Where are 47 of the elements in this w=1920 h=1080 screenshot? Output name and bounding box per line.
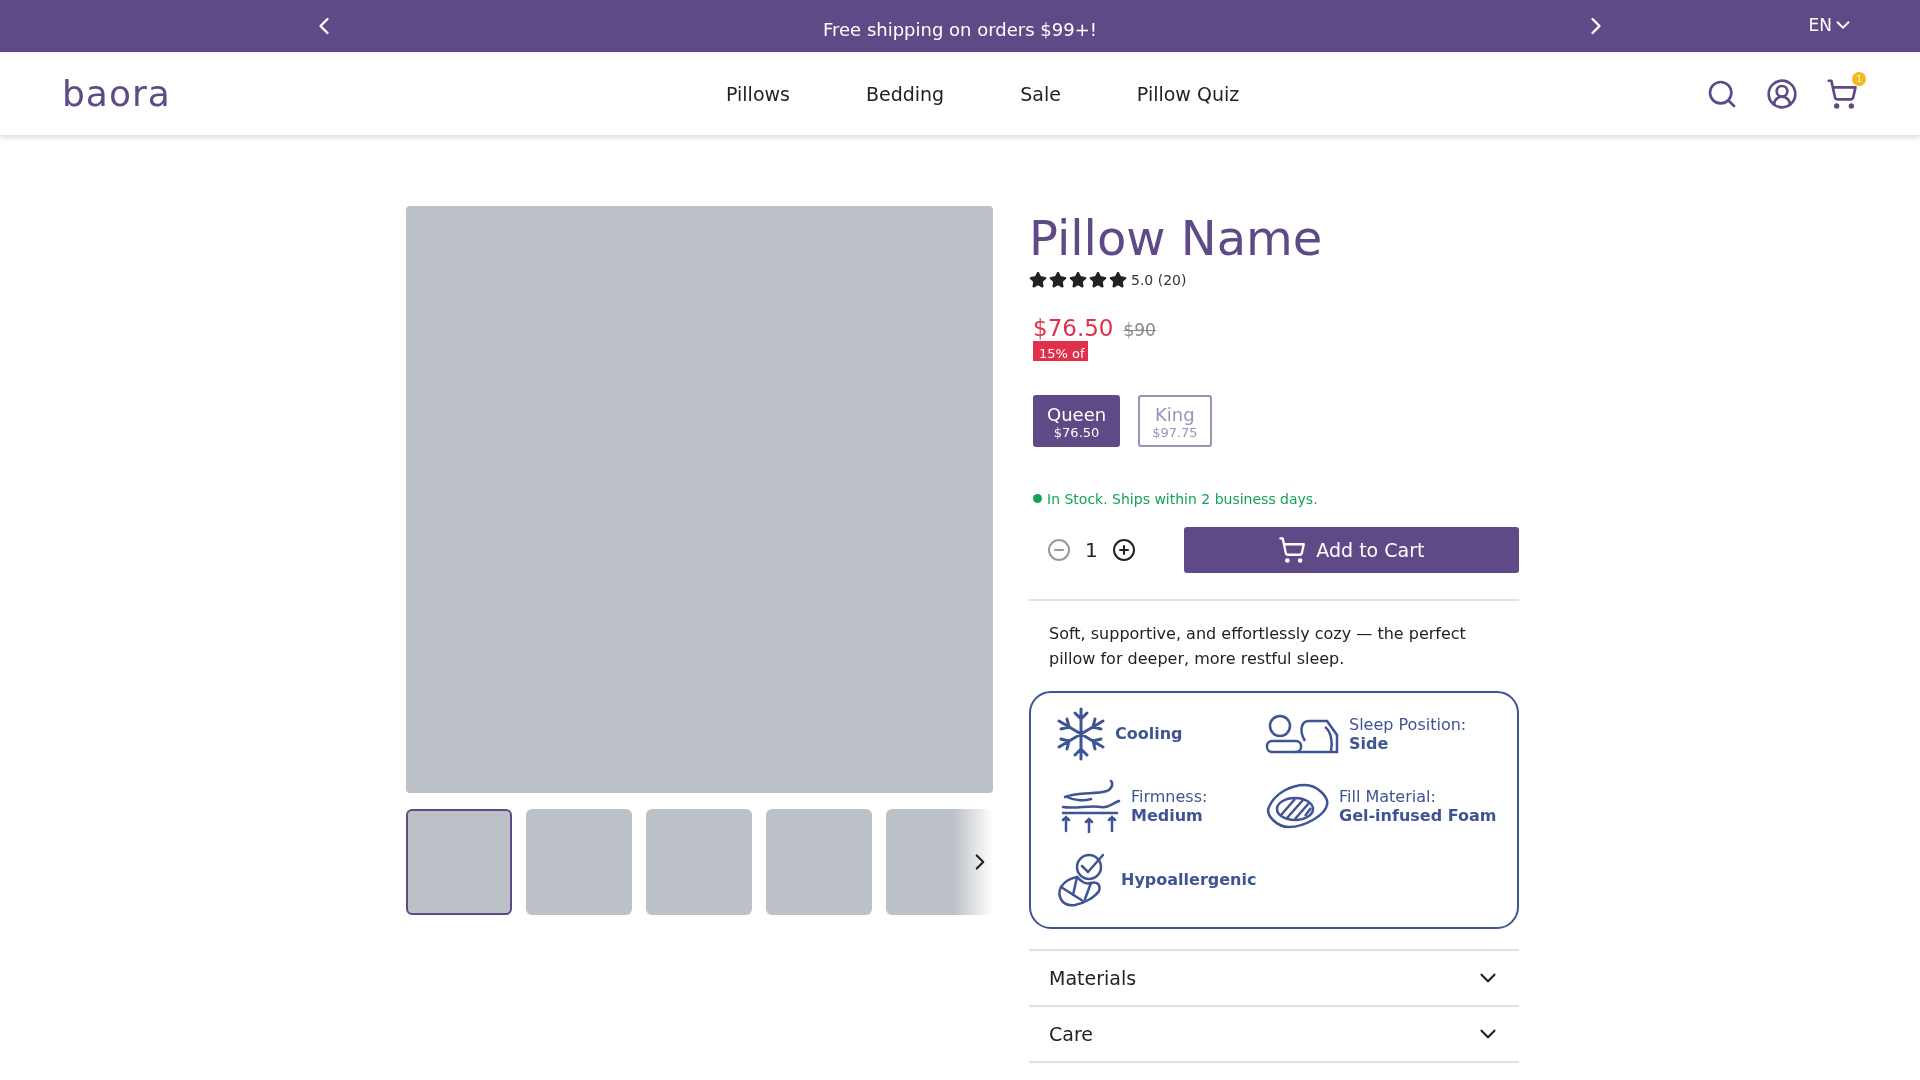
thumbnail[interactable]: [646, 809, 752, 915]
feature-label: Firmness:: [1131, 786, 1208, 806]
product-description: Soft, supportive, and effortlessly cozy — the perfect pillow for deeper, more restful sleep.: [1049, 622, 1467, 670]
language-selector[interactable]: EN: [1808, 14, 1854, 36]
size-option[interactable]: Queen $76.50: [1033, 394, 1121, 447]
sale-price: $76.50: [1033, 314, 1114, 341]
stock-dot: [1033, 494, 1042, 504]
thumbnail[interactable]: [526, 809, 632, 915]
increase-icon[interactable]: [1111, 537, 1136, 562]
thumbnail[interactable]: [886, 809, 992, 915]
decrease-icon[interactable]: [1047, 537, 1071, 562]
feature-value: Gel-infused Foam: [1339, 805, 1497, 825]
feature-label: Hypoallergenic: [1121, 870, 1257, 890]
sleeping-person-icon: [1265, 712, 1341, 755]
cart-icon[interactable]: [1826, 77, 1858, 110]
feature-value: Side: [1349, 733, 1390, 753]
nav-link[interactable]: Pillows: [726, 82, 790, 105]
foam-pad-icon: [1265, 782, 1331, 829]
snowflake-icon: [1055, 706, 1107, 761]
logo[interactable]: baora: [62, 73, 662, 114]
star-icon: [1109, 270, 1127, 289]
star-icon: [1089, 270, 1107, 289]
add-to-cart-button[interactable]: Add to Cart: [1183, 526, 1519, 573]
nav-link[interactable]: Sale: [1020, 82, 1061, 105]
star-icon: [1049, 270, 1067, 289]
feature-label: Cooling: [1115, 724, 1183, 744]
original-price: $90: [1123, 319, 1156, 340]
nav-link[interactable]: Pillow Quiz: [1136, 82, 1240, 105]
account-icon[interactable]: [1766, 77, 1798, 110]
star-icon: [1069, 270, 1087, 289]
discount-badge: 15% of: [1033, 340, 1088, 361]
cart-count-badge: 1: [1852, 71, 1866, 86]
accordion-header[interactable]: Materials: [1029, 950, 1519, 1007]
feature-value: Medium: [1131, 805, 1204, 825]
star-icon: [1029, 270, 1047, 289]
cart-icon: [1278, 535, 1307, 564]
quantity-value: 1: [1085, 537, 1098, 562]
nav-link[interactable]: Bedding: [865, 82, 945, 105]
feature-label: Fill Material:: [1339, 786, 1437, 806]
announcement-text: Free shipping on orders $99+!: [822, 17, 1098, 40]
rating-text: 5.0 (20): [1131, 271, 1187, 288]
accordion-header[interactable]: Care: [1029, 1006, 1519, 1063]
stock-status: In Stock. Ships within 2 business days.: [1047, 490, 1318, 507]
product-title: Pillow Name: [1029, 209, 1324, 265]
feature-label: Sleep Position:: [1349, 714, 1467, 734]
thumbnail[interactable]: [406, 809, 512, 915]
thumbnail[interactable]: [766, 809, 872, 915]
